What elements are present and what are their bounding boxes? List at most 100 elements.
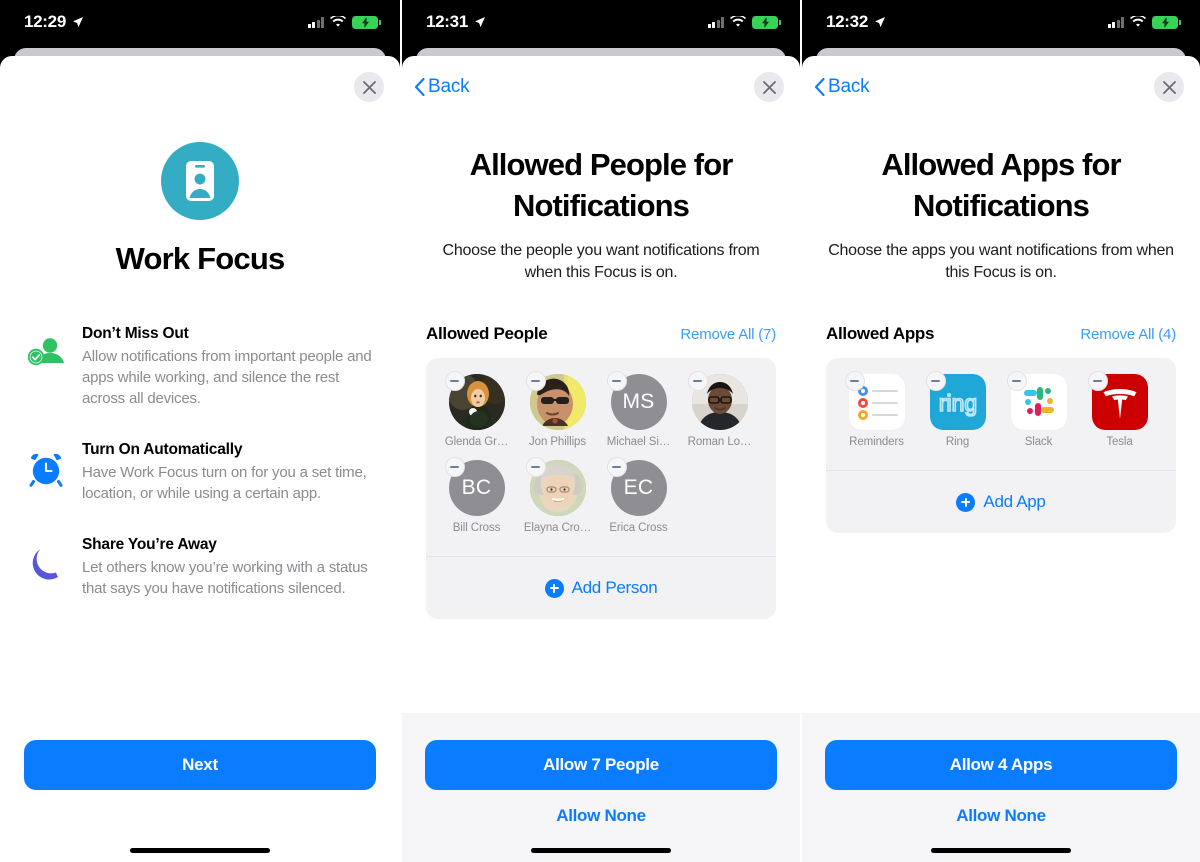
status-right	[1107, 15, 1181, 29]
person-name: Glenda Gr…	[444, 436, 509, 448]
person-cell[interactable]: MS Michael Si…	[598, 371, 679, 448]
bottom-action-bar: Allow 7 People Allow None	[402, 713, 800, 862]
remove-all-button[interactable]: Remove All (7)	[680, 326, 776, 343]
remove-all-button[interactable]: Remove All (4)	[1080, 326, 1176, 343]
minus-circle-icon[interactable]	[606, 371, 627, 391]
people-grid: Glenda Gr… Jon Phillips MS Michael Si… R…	[426, 358, 776, 556]
avatar-wrap	[687, 371, 748, 430]
feature-text: Share You’re Away Let others know you’re…	[82, 534, 376, 599]
cellular-bars-icon	[1107, 16, 1124, 28]
person-name: Michael Si…	[606, 436, 671, 448]
avatar-initials: MS	[622, 390, 655, 413]
location-arrow-icon	[874, 17, 885, 27]
avatar-initials: EC	[623, 476, 654, 499]
add-person-row[interactable]: Add Person	[426, 557, 776, 619]
section-title: Allowed People	[426, 324, 548, 343]
app-cell[interactable]: Tesla	[1079, 371, 1160, 448]
minus-circle-icon[interactable]	[606, 457, 627, 477]
allow-none-button[interactable]: Allow None	[556, 806, 646, 826]
minus-circle-icon[interactable]	[687, 371, 708, 391]
alarm-clock-icon	[24, 439, 68, 499]
person-cell[interactable]: Glenda Gr…	[436, 371, 517, 448]
app-icon-wrap: ring	[925, 371, 986, 430]
focus-icon-wrap	[0, 142, 400, 220]
bottom-action-bar: Allow 4 Apps Allow None	[802, 713, 1200, 862]
three-phone-screenshots: 12:29 Work Focus Don’t Miss Out Allow no…	[0, 0, 1200, 862]
crescent-moon-icon	[24, 534, 68, 594]
minus-circle-icon[interactable]	[1006, 371, 1027, 391]
app-name: Slack	[1024, 436, 1053, 448]
app-name: Ring	[945, 436, 970, 448]
person-cell[interactable]: Roman Lo…	[679, 371, 760, 448]
person-cell[interactable]: Elayna Cro…	[517, 457, 598, 534]
bottom-action-bar: Next	[0, 713, 400, 862]
minus-circle-icon[interactable]	[444, 457, 465, 477]
cellular-bars-icon	[707, 16, 724, 28]
back-button[interactable]: Back	[414, 76, 470, 98]
app-name: Tesla	[1106, 436, 1133, 448]
app-icon-wrap	[844, 371, 905, 430]
allow-apps-button[interactable]: Allow 4 Apps	[825, 740, 1177, 790]
close-icon[interactable]	[354, 72, 384, 102]
feature-body: Have Work Focus turn on for you a set ti…	[82, 464, 367, 502]
status-left: 12:31	[426, 12, 486, 32]
avatar-wrap: BC	[444, 457, 505, 516]
nav-row: Back	[402, 56, 800, 118]
avatar-wrap	[525, 457, 586, 516]
modal-sheet: Back Allowed People for Notifications Ch…	[402, 56, 800, 862]
minus-circle-icon[interactable]	[1087, 371, 1108, 391]
back-button[interactable]: Back	[814, 76, 870, 98]
app-cell[interactable]: Slack	[998, 371, 1079, 448]
location-arrow-icon	[474, 17, 485, 27]
avatar-initials: BC	[461, 476, 492, 499]
nav-row: Back	[802, 56, 1200, 118]
status-time: 12:29	[24, 12, 66, 31]
person-cell[interactable]: EC Erica Cross	[598, 457, 679, 534]
person-name: Roman Lo…	[687, 436, 752, 448]
feature-heading: Share You’re Away	[82, 536, 217, 553]
status-bar: 12:31	[402, 0, 800, 44]
minus-circle-icon[interactable]	[844, 371, 865, 391]
app-cell[interactable]: ring Ring	[917, 371, 998, 448]
feature-text: Don’t Miss Out Allow notifications from …	[82, 323, 376, 409]
work-badge-icon	[161, 142, 239, 220]
plus-circle-icon	[956, 492, 976, 512]
minus-circle-icon[interactable]	[444, 371, 465, 391]
avatar-wrap: MS	[606, 371, 667, 430]
status-right	[707, 15, 781, 29]
person-name: Bill Cross	[452, 522, 501, 534]
minus-circle-icon[interactable]	[925, 371, 946, 391]
person-cell[interactable]: Jon Phillips	[517, 371, 598, 448]
close-icon[interactable]	[1154, 72, 1184, 102]
avatar-wrap: EC	[606, 457, 667, 516]
feature-heading: Don’t Miss Out	[82, 325, 189, 342]
status-bar: 12:29	[0, 0, 400, 44]
allow-none-button[interactable]: Allow None	[956, 806, 1046, 826]
apps-grid: Reminders ring Ring Slack Tesla	[826, 358, 1176, 470]
battery-charging-icon	[1152, 15, 1181, 29]
person-name: Elayna Cro…	[523, 522, 592, 534]
feature-body: Let others know you’re working with a st…	[82, 559, 368, 597]
next-button[interactable]: Next	[24, 740, 376, 790]
minus-circle-icon[interactable]	[525, 371, 546, 391]
allowed-people-card: Glenda Gr… Jon Phillips MS Michael Si… R…	[426, 358, 776, 619]
page-subtitle: Choose the apps you want notifications f…	[828, 242, 1174, 281]
status-time: 12:32	[826, 12, 868, 31]
page-title: Work Focus	[115, 241, 286, 276]
section-header-allowed-people: Allowed People Remove All (7)	[402, 284, 800, 344]
avatar-wrap	[525, 371, 586, 430]
feature-item-turn-on-automatically: Turn On Automatically Have Work Focus tu…	[24, 439, 376, 504]
person-cell[interactable]: BC Bill Cross	[436, 457, 517, 534]
add-app-row[interactable]: Add App	[826, 471, 1176, 533]
feature-item-share-youre-away: Share You’re Away Let others know you’re…	[24, 534, 376, 599]
app-cell[interactable]: Reminders	[836, 371, 917, 448]
app-icon-wrap	[1087, 371, 1148, 430]
minus-circle-icon[interactable]	[525, 457, 546, 477]
allowed-apps-card: Reminders ring Ring Slack Tesla Add App	[826, 358, 1176, 533]
avatar-wrap	[444, 371, 505, 430]
close-icon[interactable]	[754, 72, 784, 102]
phone-screen-allowed-apps: 12:32 Back Allowed Apps for Notification…	[800, 0, 1200, 862]
phone-screen-allowed-people: 12:31 Back Allowed People for Notificati…	[400, 0, 800, 862]
feature-text: Turn On Automatically Have Work Focus tu…	[82, 439, 376, 504]
allow-people-button[interactable]: Allow 7 People	[425, 740, 777, 790]
